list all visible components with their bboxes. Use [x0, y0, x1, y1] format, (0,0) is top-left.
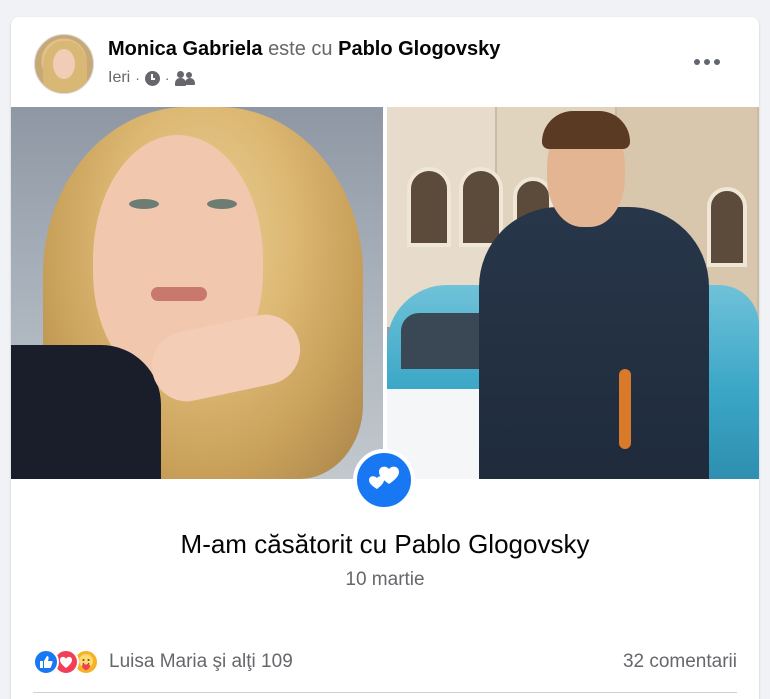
post-header: Monica Gabriela este cu Pablo Glogovsky …: [11, 17, 759, 107]
post-timestamp-link[interactable]: Ieri: [108, 69, 130, 87]
life-event-date: 10 martie: [345, 569, 425, 590]
footer-divider: [33, 692, 737, 693]
post-meta: Ieri · ·: [108, 69, 195, 87]
author-name-link[interactable]: Monica Gabriela: [108, 38, 263, 60]
life-event-badge: [353, 449, 415, 511]
connector-text: este cu: [268, 38, 333, 60]
reactors-text: Luisa Maria şi alţi 109: [109, 651, 293, 672]
hearts-icon: [369, 466, 399, 489]
more-options-icon: [694, 59, 700, 65]
photo-author[interactable]: [11, 107, 383, 479]
post-card: Monica Gabriela este cu Pablo Glogovsky …: [11, 17, 759, 699]
reactions-summary[interactable]: Luisa Maria şi alţi 109: [33, 649, 293, 675]
friends-audience-icon[interactable]: [174, 70, 195, 86]
photo-grid: [11, 107, 759, 479]
photo-tagged-person[interactable]: [387, 107, 759, 479]
reaction-icons: [33, 649, 99, 675]
tagged-person-link[interactable]: Pablo Glogovsky: [338, 38, 500, 60]
clock-icon: [144, 70, 160, 86]
more-options-button[interactable]: [689, 48, 725, 76]
like-reaction-icon: [33, 649, 59, 675]
comments-count-link[interactable]: 32 comentarii: [623, 651, 737, 673]
author-avatar[interactable]: [34, 34, 94, 94]
post-engagement-bar: Luisa Maria şi alţi 109 32 comentarii: [33, 645, 737, 679]
life-event-title: M-am căsătorit cu Pablo Glogovsky: [180, 529, 590, 559]
meta-separator: ·: [135, 70, 140, 86]
meta-separator: ·: [164, 70, 170, 86]
post-author-line: Monica Gabriela este cu Pablo Glogovsky: [108, 38, 500, 61]
